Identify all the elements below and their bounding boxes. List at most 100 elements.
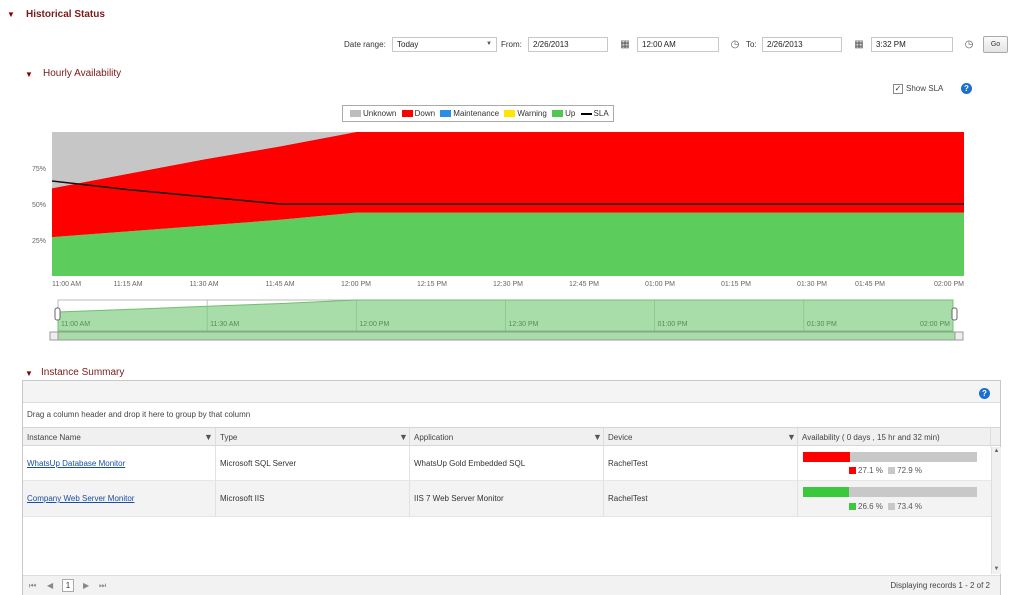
cell-application: WhatsUp Gold Embedded SQL bbox=[410, 447, 604, 481]
last-page-icon[interactable]: ⏭ bbox=[99, 581, 106, 591]
pager-status: Displaying records 1 - 2 of 2 bbox=[890, 581, 990, 590]
clock-icon[interactable]: ◷ bbox=[962, 37, 976, 52]
column-header-type[interactable]: Type bbox=[216, 428, 410, 447]
column-header-application[interactable]: Application bbox=[410, 428, 604, 447]
legend-swatch bbox=[849, 503, 856, 511]
x-tick-label: 01:30 PM bbox=[797, 281, 827, 288]
column-header-availability[interactable]: Availability ( 0 days , 15 hr and 32 min… bbox=[798, 428, 991, 447]
legend-swatch bbox=[849, 467, 856, 475]
help-icon[interactable]: ? bbox=[979, 388, 990, 399]
availability-percent: 27.1 % bbox=[858, 466, 883, 475]
show-sla-label: Show SLA bbox=[906, 84, 944, 93]
clock-icon[interactable]: ◷ bbox=[728, 37, 742, 52]
collapse-triangle-icon[interactable]: ▼ bbox=[25, 70, 33, 79]
legend-label: Up bbox=[565, 109, 576, 118]
scroll-right-button bbox=[954, 331, 964, 341]
navigator-tick-label: 01:00 PM bbox=[658, 321, 688, 328]
instance-link[interactable]: Company Web Server Monitor bbox=[27, 494, 134, 503]
page-title: Historical Status bbox=[26, 9, 105, 20]
cell-instance-name: Company Web Server Monitor bbox=[23, 481, 216, 517]
legend-swatch bbox=[350, 110, 361, 118]
legend-label: SLA bbox=[593, 109, 609, 118]
current-page[interactable]: 1 bbox=[62, 579, 74, 592]
chart-legend: Unknown Down Maintenance Warning Up SLA bbox=[342, 105, 614, 122]
go-button[interactable]: Go bbox=[983, 36, 1008, 53]
legend-label: Down bbox=[414, 109, 436, 118]
from-label: From: bbox=[501, 40, 522, 49]
x-tick-label: 11:45 AM bbox=[265, 281, 294, 288]
first-page-icon[interactable]: ⏮ bbox=[29, 581, 36, 591]
x-tick-label: 01:45 PM bbox=[855, 281, 885, 288]
instance-grid: ? Drag a column header and drop it here … bbox=[22, 380, 1001, 595]
next-page-icon[interactable]: ▶ bbox=[83, 581, 89, 590]
date-range-select[interactable]: Today ▼ bbox=[392, 37, 497, 52]
filter-icon[interactable]: ▼ bbox=[593, 428, 602, 447]
filter-icon[interactable]: ▼ bbox=[204, 428, 213, 447]
legend-item-maintenance: Maintenance bbox=[437, 109, 499, 118]
availability-bar-fill bbox=[803, 452, 851, 462]
collapse-triangle-icon[interactable]: ▼ bbox=[25, 369, 33, 378]
x-tick-label: 12:30 PM bbox=[493, 281, 523, 288]
legend-swatch bbox=[888, 467, 896, 475]
navigator-tick-label: 11:00 AM bbox=[61, 321, 90, 328]
y-tick-label: 75% bbox=[32, 166, 46, 173]
table-row[interactable]: WhatsUp Database Monitor Microsoft SQL S… bbox=[23, 447, 991, 481]
legend-swatch bbox=[888, 503, 896, 511]
availability-bar bbox=[803, 487, 977, 497]
x-tick-label: 12:45 PM bbox=[569, 281, 599, 288]
vertical-scrollbar[interactable]: ▲ ▼ bbox=[991, 447, 1001, 574]
legend-item-up: Up bbox=[549, 109, 575, 118]
scroll-left-button bbox=[49, 331, 59, 341]
legend-label: Maintenance bbox=[453, 109, 500, 118]
navigator-tick-label: 11:30 AM bbox=[210, 321, 239, 328]
instance-link[interactable]: WhatsUp Database Monitor bbox=[27, 459, 125, 468]
from-date-input[interactable]: 2/26/2013 bbox=[528, 37, 608, 52]
from-time-input[interactable]: 12:00 AM bbox=[637, 37, 719, 52]
pager-bar: ⏮ ◀ 1 ▶ ⏭ Displaying records 1 - 2 of 2 bbox=[23, 575, 1000, 595]
to-time-input[interactable]: 3:32 PM bbox=[871, 37, 953, 52]
scroll-up-icon[interactable]: ▲ bbox=[992, 447, 1001, 456]
to-date-input[interactable]: 2/26/2013 bbox=[762, 37, 842, 52]
navigator-handle bbox=[951, 307, 958, 321]
availability-legend: 27.1 % 72.9 % bbox=[849, 466, 922, 475]
column-header-instance-name[interactable]: Instance Name bbox=[23, 428, 216, 447]
filter-icon[interactable]: ▼ bbox=[399, 428, 408, 447]
legend-swatch bbox=[401, 110, 413, 118]
availability-bar-fill bbox=[803, 487, 850, 497]
cell-type: Microsoft IIS bbox=[216, 481, 410, 517]
availability-legend: 26.6 % 73.4 % bbox=[849, 502, 922, 511]
filter-icon[interactable]: ▼ bbox=[787, 428, 796, 447]
column-header-device[interactable]: Device bbox=[604, 428, 798, 447]
section-title-hourly: Hourly Availability bbox=[43, 68, 122, 79]
calendar-icon[interactable]: ▦ bbox=[618, 37, 632, 52]
x-tick-label: 12:00 PM bbox=[341, 281, 371, 288]
x-tick-label: 01:15 PM bbox=[721, 281, 751, 288]
date-range-label: Date range: bbox=[344, 40, 386, 49]
show-sla-checkbox[interactable]: ✓ bbox=[893, 84, 903, 94]
range-navigator[interactable]: 11:00 AM 11:30 AM 12:00 PM 12:30 PM 01:00 PM… bbox=[0, 296, 1014, 352]
prev-page-icon[interactable]: ◀ bbox=[47, 581, 53, 590]
cell-application: IIS 7 Web Server Monitor bbox=[410, 481, 604, 517]
legend-item-unknown: Unknown bbox=[347, 109, 396, 118]
table-row[interactable]: Company Web Server Monitor Microsoft IIS… bbox=[23, 481, 991, 517]
to-label: To: bbox=[746, 40, 757, 49]
date-range-value: Today bbox=[397, 40, 419, 49]
help-icon[interactable]: ? bbox=[961, 83, 972, 94]
y-tick-label: 25% bbox=[32, 238, 46, 245]
section-title-summary: Instance Summary bbox=[41, 367, 125, 378]
availability-percent: 26.6 % bbox=[858, 502, 883, 511]
legend-item-sla: SLA bbox=[578, 109, 609, 118]
grid-toolbar bbox=[23, 381, 1000, 403]
chevron-down-icon: ▼ bbox=[486, 41, 492, 47]
scroll-down-icon[interactable]: ▼ bbox=[992, 565, 1001, 574]
x-tick-label: 11:15 AM bbox=[113, 281, 142, 288]
group-by-hint: Drag a column header and drop it here to… bbox=[27, 410, 251, 419]
legend-item-down: Down bbox=[399, 109, 435, 118]
calendar-icon[interactable]: ▦ bbox=[852, 37, 866, 52]
legend-label: Unknown bbox=[363, 109, 397, 118]
y-tick-label: 50% bbox=[32, 202, 46, 209]
navigator-tick-label: 12:00 PM bbox=[359, 321, 389, 328]
collapse-triangle-icon[interactable]: ▼ bbox=[7, 10, 15, 19]
legend-swatch bbox=[440, 110, 452, 118]
grid-header: Instance Name ▼ Type ▼ Application ▼ Dev… bbox=[23, 427, 1000, 447]
